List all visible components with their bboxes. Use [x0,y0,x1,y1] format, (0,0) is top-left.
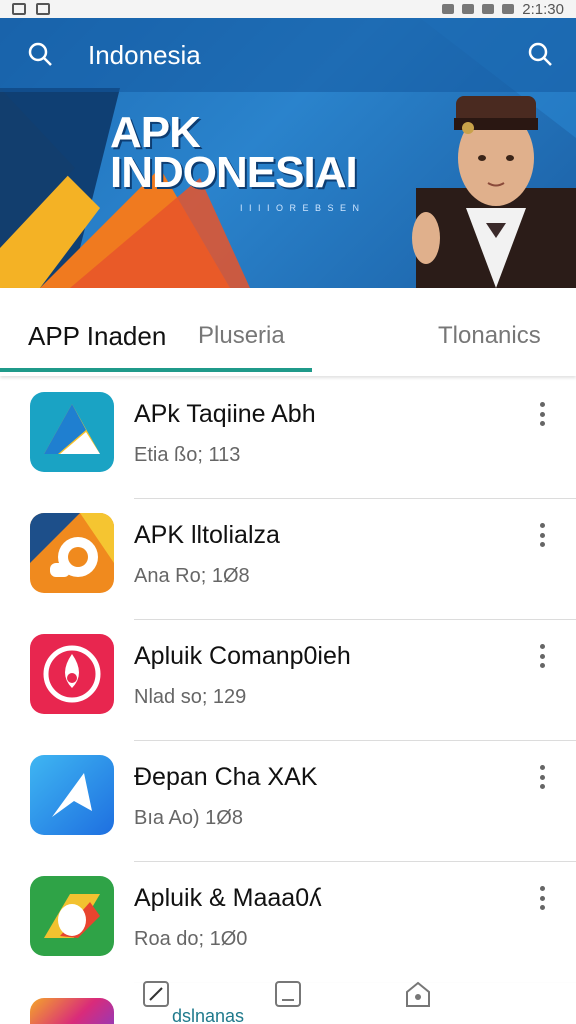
pink-drop-icon [30,634,114,714]
search-title[interactable]: Indonesia [88,40,201,71]
blue-arrow-icon [30,755,114,835]
app-meta: Roa do; 1Ø0 [134,928,248,950]
tab-tlonanics[interactable]: Tlonanics [438,322,541,350]
app-notification-icon [36,3,50,15]
app-list: APk Taqiine Abh Etia ßo; 113 APK lltolia… [0,378,576,983]
hero-banner[interactable]: Indonesia APK INDONESIAI I I I I O R E B… [0,18,576,288]
home-icon[interactable] [404,980,432,1008]
status-bar: 2:1:30 [0,0,576,18]
image-notification-icon [12,3,26,15]
wifi-icon [462,4,475,14]
app-name: Ðepan Cha XAK [134,763,318,791]
brand-logo: APK INDONESIAI I I I I O R E B S E N [110,108,382,214]
list-item[interactable]: Apluik & Maaa0ʎ Roa do; 1Ø0 [0,862,576,983]
drive-like-icon [30,392,114,472]
bottom-navigation: dslnanas [0,978,576,1024]
logo-line-1: APK [110,108,201,157]
more-options-icon[interactable] [532,886,552,910]
more-options-icon[interactable] [532,402,552,426]
signal-icon [482,4,495,14]
tab-app-inaden[interactable]: APP Inaden [28,321,166,352]
category-tabs: APP Inaden Pluseria Tlonanics [0,288,576,376]
app-name: Apluik & Maaa0ʎ [134,884,322,912]
more-options-icon[interactable] [532,523,552,547]
nav-label[interactable]: dslnanas [172,1006,244,1024]
list-item[interactable]: APK lltolialza Ana Ro; 1Ø8 [0,499,576,620]
tab-pluseria[interactable]: Pluseria [198,322,285,350]
app-name: APk Taqiine Abh [134,400,316,428]
battery-icon [502,4,515,14]
more-options-icon[interactable] [532,765,552,789]
inbox-icon[interactable] [274,980,302,1008]
green-leaf-icon [30,876,114,956]
app-meta: Etia ßo; 113 [134,444,241,466]
list-item[interactable]: Ðepan Cha XAK Bıa Ao) 1Ø8 [0,741,576,862]
more-options-icon[interactable] [532,644,552,668]
list-item[interactable]: APk Taqiine Abh Etia ßo; 113 [0,378,576,499]
orange-swirl-icon [30,513,114,593]
logo-subtitle: I I I I O R E B S E N [240,203,362,213]
logo-line-2: INDONESIAI [110,148,358,197]
app-name: Apluik Comanp0ieh [134,642,351,670]
partial-app-icon [30,998,114,1024]
app-meta: Ana Ro; 1Ø8 [134,565,250,587]
list-item[interactable]: Apluik Comanp0ieh Nlad so; 129 [0,620,576,741]
search-icon[interactable] [28,42,54,68]
active-tab-indicator [0,368,312,372]
presenter-photo [412,96,576,288]
edit-icon[interactable] [142,980,170,1008]
status-time: 2:1:30 [522,0,564,18]
app-meta: Nlad so; 129 [134,686,247,708]
alarm-icon [442,4,455,14]
app-meta: Bıa Ao) 1Ø8 [134,807,243,829]
app-name: APK lltolialza [134,521,280,549]
